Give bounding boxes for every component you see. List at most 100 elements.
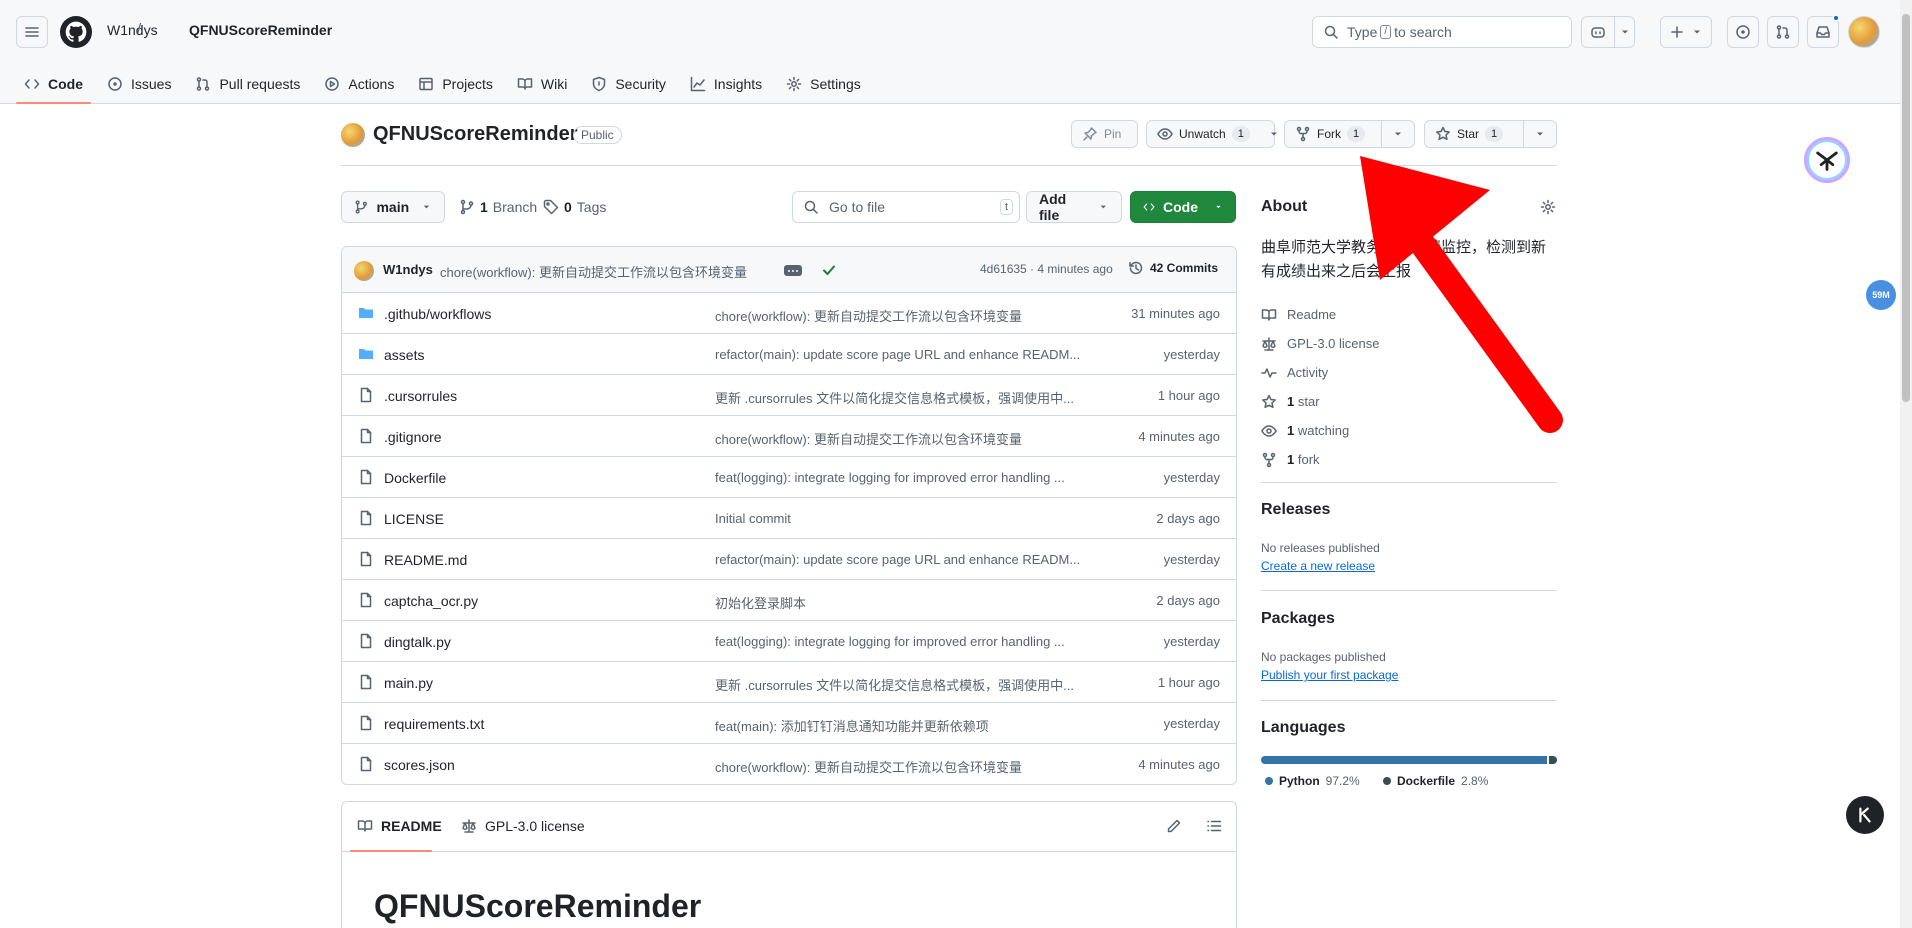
breadcrumb-repo[interactable]: QFNUScoreReminder <box>189 22 332 38</box>
file-name[interactable]: main.py <box>384 675 433 691</box>
about-meta-star[interactable]: 1 star <box>1261 387 1380 416</box>
language-bar-segment <box>1548 756 1557 764</box>
tab-wiki[interactable]: Wiki <box>509 64 575 104</box>
edit-about-button[interactable] <box>1540 199 1556 215</box>
fork-button[interactable]: Fork 1 <box>1284 120 1415 148</box>
file-name[interactable]: .github/workflows <box>384 306 491 322</box>
create-release-link[interactable]: Create a new release <box>1261 559 1375 573</box>
outline-button[interactable] <box>1206 818 1222 834</box>
readme-tab[interactable]: README <box>357 818 442 834</box>
table-row[interactable]: assets refactor(main): update score page … <box>342 334 1236 375</box>
about-meta-pulse[interactable]: Activity <box>1261 358 1380 387</box>
file-commit-message[interactable]: feat(main): 添加钉钉消息通知功能并更新依赖项 <box>715 716 1095 735</box>
file-commit-message[interactable]: refactor(main): update score page URL an… <box>715 552 1095 567</box>
file-name[interactable]: dingtalk.py <box>384 634 451 650</box>
search-input[interactable]: Type / to search <box>1312 16 1572 48</box>
tab-actions[interactable]: Actions <box>316 64 402 104</box>
breadcrumb-owner[interactable]: W1ndys <box>107 22 158 38</box>
commits-history-link[interactable]: 42 Commits <box>1128 260 1218 276</box>
go-to-file-input[interactable]: Go to file t <box>792 191 1020 223</box>
table-row[interactable]: LICENSE Initial commit 2 days ago <box>342 498 1236 539</box>
assistant-floating-button[interactable] <box>1846 796 1884 834</box>
file-icon <box>360 469 372 485</box>
check-icon[interactable] <box>821 262 837 278</box>
scrollbar-thumb[interactable] <box>1902 14 1910 402</box>
file-commit-message[interactable]: chore(workflow): 更新自动提交工作流以包含环境变量 <box>715 306 1095 325</box>
tab-pull-requests[interactable]: Pull requests <box>187 64 308 104</box>
file-name[interactable]: captcha_ocr.py <box>384 593 478 609</box>
file-name[interactable]: .cursorrules <box>384 388 457 404</box>
table-row[interactable]: Dockerfile feat(logging): integrate loggi… <box>342 457 1236 498</box>
file-commit-message[interactable]: 更新 .cursorrules 文件以简化提交信息格式模板，强调使用中... <box>715 675 1095 694</box>
language-dockerfile[interactable]: Dockerfile 2.8% <box>1383 774 1488 788</box>
repo-owner-avatar[interactable] <box>341 123 365 147</box>
commit-message[interactable]: chore(workflow): 更新自动提交工作流以包含环境变量 <box>440 262 747 281</box>
commit-expand-button[interactable] <box>784 265 802 276</box>
branches-link[interactable]: 1 Branch <box>459 199 537 215</box>
about-meta-eye[interactable]: 1 watching <box>1261 416 1380 445</box>
file-name[interactable]: assets <box>384 347 424 363</box>
file-name[interactable]: requirements.txt <box>384 716 484 732</box>
pull-requests-shortcut-button[interactable] <box>1767 16 1799 48</box>
table-row[interactable]: README.md refactor(main): update score pa… <box>342 539 1236 580</box>
file-commit-message[interactable]: 更新 .cursorrules 文件以简化提交信息格式模板，强调使用中... <box>715 388 1095 407</box>
extension-floating-button[interactable] <box>1804 137 1850 183</box>
tab-issues[interactable]: Issues <box>99 64 179 104</box>
user-avatar[interactable] <box>1848 16 1880 48</box>
create-new-button[interactable] <box>1660 16 1712 48</box>
table-row[interactable]: captcha_ocr.py 初始化登录脚本 2 days ago <box>342 580 1236 621</box>
table-row[interactable]: .gitignore chore(workflow): 更新自动提交工作流以包含环… <box>342 416 1236 457</box>
edit-readme-button[interactable] <box>1166 818 1182 834</box>
file-name[interactable]: README.md <box>384 552 467 568</box>
license-tab[interactable]: GPL-3.0 license <box>461 818 585 834</box>
file-name[interactable]: .gitignore <box>384 429 442 445</box>
tab-insights[interactable]: Insights <box>682 64 770 104</box>
commit-author-avatar[interactable] <box>354 261 374 281</box>
commit-hash-time[interactable]: 4d61635 · 4 minutes ago <box>980 262 1113 276</box>
file-commit-message[interactable]: chore(workflow): 更新自动提交工作流以包含环境变量 <box>715 757 1095 776</box>
tab-settings[interactable]: Settings <box>778 64 869 104</box>
table-row[interactable]: main.py 更新 .cursorrules 文件以简化提交信息格式模板，强调使… <box>342 662 1236 703</box>
copilot-button[interactable] <box>1581 16 1635 48</box>
about-meta-law[interactable]: GPL-3.0 license <box>1261 329 1380 358</box>
branch-selector[interactable]: main <box>341 191 445 223</box>
github-logo[interactable] <box>60 16 92 48</box>
file-commit-message[interactable]: refactor(main): update score page URL an… <box>715 347 1095 362</box>
language-python[interactable]: Python 97.2% <box>1265 774 1360 788</box>
file-commit-message[interactable]: feat(logging): integrate logging for imp… <box>715 470 1095 485</box>
file-commit-message[interactable]: feat(logging): integrate logging for imp… <box>715 634 1095 649</box>
file-commit-message[interactable]: Initial commit <box>715 511 1095 526</box>
about-meta-fork[interactable]: 1 fork <box>1261 445 1380 474</box>
tab-security[interactable]: Security <box>583 64 674 104</box>
file-commit-message[interactable]: 初始化登录脚本 <box>715 593 1095 612</box>
memory-badge[interactable]: 59M <box>1866 280 1896 310</box>
table-row[interactable]: .github/workflows chore(workflow): 更新自动提交… <box>342 293 1236 334</box>
file-name[interactable]: LICENSE <box>384 511 444 527</box>
table-row[interactable]: dingtalk.py feat(logging): integrate logg… <box>342 621 1236 662</box>
tab-projects[interactable]: Projects <box>410 64 501 104</box>
packages-title[interactable]: Packages <box>1261 610 1335 628</box>
tab-code[interactable]: Code <box>16 64 91 104</box>
table-row[interactable]: .cursorrules 更新 .cursorrules 文件以简化提交信息格式模… <box>342 375 1236 416</box>
file-commit-time: 4 minutes ago <box>1138 429 1220 444</box>
pin-button[interactable]: Pin <box>1071 120 1138 148</box>
table-row[interactable]: requirements.txt feat(main): 添加钉钉消息通知功能并更… <box>342 703 1236 744</box>
star-dropdown[interactable] <box>1524 121 1556 147</box>
code-clone-button[interactable]: Code <box>1130 191 1236 223</box>
issues-shortcut-button[interactable] <box>1727 16 1759 48</box>
file-commit-message[interactable]: chore(workflow): 更新自动提交工作流以包含环境变量 <box>715 429 1095 448</box>
commit-author[interactable]: W1ndys <box>383 262 433 277</box>
releases-title[interactable]: Releases <box>1261 501 1330 519</box>
repo-title[interactable]: QFNUScoreReminder <box>373 123 578 146</box>
star-button[interactable]: Star 1 <box>1424 120 1557 148</box>
table-row[interactable]: scores.json chore(workflow): 更新自动提交工作流以包含… <box>342 744 1236 784</box>
publish-package-link[interactable]: Publish your first package <box>1261 668 1398 682</box>
add-file-button[interactable]: Add file <box>1026 191 1122 223</box>
watch-button[interactable]: Unwatch 1 <box>1146 120 1277 148</box>
tags-link[interactable]: 0 Tags <box>543 199 606 215</box>
about-meta-book[interactable]: Readme <box>1261 300 1380 329</box>
file-name[interactable]: scores.json <box>384 757 455 773</box>
menu-button[interactable] <box>16 16 48 48</box>
fork-dropdown[interactable] <box>1382 121 1414 147</box>
file-name[interactable]: Dockerfile <box>384 470 446 486</box>
